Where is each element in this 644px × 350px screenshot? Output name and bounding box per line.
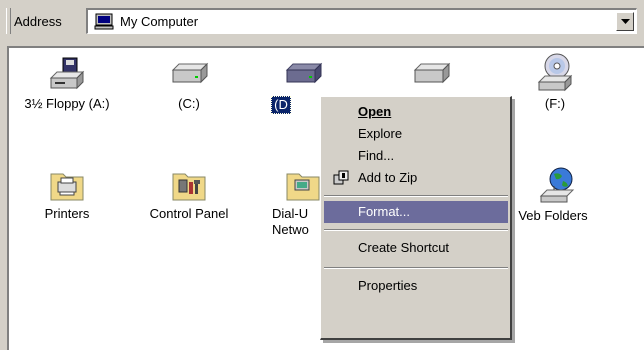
menu-item-explore[interactable]: Explore [324, 123, 508, 145]
web-folders-icon [539, 167, 575, 203]
menu-separator [324, 267, 508, 269]
computer-icon [94, 13, 114, 30]
item-printers[interactable]: Printers [9, 168, 125, 222]
hard-drive-icon [285, 62, 323, 84]
context-menu: Open Explore Find... Add to Zip Format..… [320, 96, 512, 340]
address-dropdown-button[interactable] [616, 12, 634, 31]
item-label: Printers [44, 206, 90, 221]
cd-drive-icon [537, 53, 573, 92]
menu-separator [324, 229, 508, 231]
menu-item-format[interactable]: Format... [324, 201, 508, 223]
item-label: 3½ Floppy (A:) [24, 96, 110, 111]
control-panel-icon [172, 173, 206, 201]
item-label: (D [271, 96, 291, 114]
item-web-folders[interactable]: Veb Folders [497, 166, 617, 224]
folder-view[interactable]: 3½ Floppy (A:) (C:) (D (F:) Printers Con… [7, 46, 644, 350]
toolbar-grip[interactable] [6, 8, 11, 34]
hard-drive-icon [171, 62, 209, 84]
menu-separator [324, 195, 508, 197]
address-label: Address [14, 14, 62, 29]
item-drive-e[interactable] [373, 56, 489, 92]
floppy-drive-icon [49, 57, 85, 90]
menu-item-add-to-zip[interactable]: Add to Zip [324, 167, 508, 189]
item-label: (C:) [178, 96, 200, 111]
item-label: Dial-U [272, 206, 309, 221]
item-drive-f[interactable]: (F:) [497, 52, 613, 112]
item-floppy[interactable]: 3½ Floppy (A:) [9, 56, 125, 112]
address-value: My Computer [120, 14, 199, 29]
address-input[interactable]: My Computer [86, 8, 637, 34]
item-dialup[interactable]: Dial-U Netwo [245, 168, 325, 238]
printer-folder-icon [50, 173, 84, 201]
menu-item-open[interactable]: Open [324, 101, 508, 123]
item-label: (F:) [544, 96, 566, 111]
menu-item-find[interactable]: Find... [324, 145, 508, 167]
item-control-panel[interactable]: Control Panel [131, 168, 247, 222]
hard-drive-icon [413, 62, 451, 84]
item-label-line2: Netwo [272, 222, 309, 237]
chevron-down-icon [621, 19, 630, 24]
item-drive-c[interactable]: (C:) [131, 56, 247, 112]
address-toolbar: Address My Computer [0, 0, 644, 44]
dialup-folder-icon [286, 173, 320, 201]
menu-item-create-shortcut[interactable]: Create Shortcut [324, 237, 508, 259]
zip-icon [333, 170, 349, 185]
item-label: Control Panel [149, 206, 229, 221]
menu-item-properties[interactable]: Properties [324, 275, 508, 297]
